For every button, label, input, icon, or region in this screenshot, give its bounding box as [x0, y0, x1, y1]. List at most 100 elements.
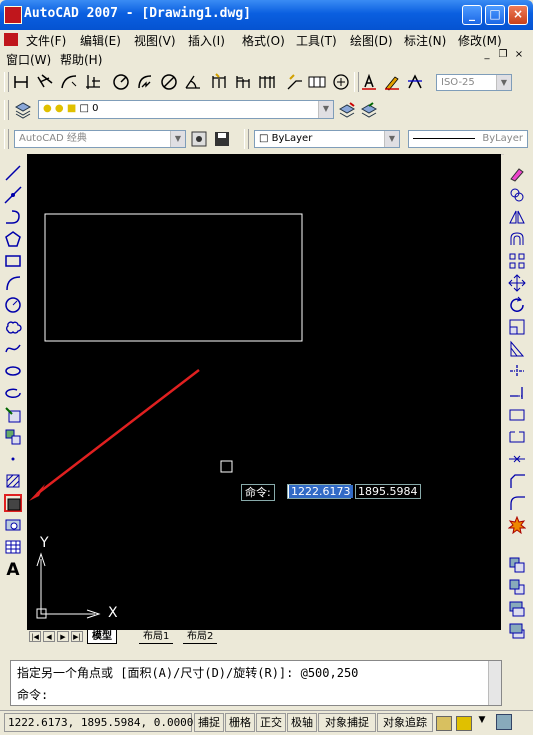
menu-help[interactable]: 帮助(H): [60, 51, 102, 68]
menu-dimension[interactable]: 标注(N): [404, 32, 446, 49]
point-icon[interactable]: [4, 450, 22, 468]
arc-icon[interactable]: [4, 274, 22, 292]
quick-dim-icon[interactable]: [210, 73, 228, 91]
doc-minimize-button[interactable]: _: [480, 49, 494, 62]
tab-last-button[interactable]: ▶|: [71, 631, 83, 642]
menu-insert[interactable]: 插入(I): [188, 32, 225, 49]
command-window[interactable]: 指定另一个角点或 [面积(A)/尺寸(D)/旋转(R)]: @500,250 命…: [10, 660, 502, 706]
menu-window[interactable]: 窗口(W): [6, 51, 51, 68]
diameter-dim-icon[interactable]: [160, 73, 178, 91]
ordinate-dim-icon[interactable]: [84, 73, 102, 91]
draworder-under-icon[interactable]: [508, 622, 526, 640]
rectangle-icon[interactable]: [4, 252, 22, 270]
polar-toggle[interactable]: 极轴: [287, 713, 317, 732]
continue-dim-icon[interactable]: [258, 73, 276, 91]
tolerance-icon[interactable]: [308, 73, 326, 91]
clean-screen-icon[interactable]: [496, 714, 512, 730]
copy-icon[interactable]: [508, 186, 526, 204]
rotate-icon[interactable]: [508, 296, 526, 314]
command-prompt[interactable]: 命令:: [17, 686, 48, 703]
layer-manager-icon[interactable]: [14, 101, 32, 119]
break-at-point-icon[interactable]: [508, 406, 526, 424]
draworder-above-icon[interactable]: [508, 600, 526, 618]
explode-icon[interactable]: [507, 515, 527, 535]
multiline-text-icon[interactable]: A: [4, 560, 22, 580]
join-icon[interactable]: [508, 450, 526, 468]
region-icon[interactable]: [4, 516, 22, 534]
chamfer-icon[interactable]: [508, 472, 526, 490]
spline-icon[interactable]: [4, 340, 22, 358]
array-icon[interactable]: [508, 252, 526, 270]
doc-restore-button[interactable]: ❐: [496, 49, 510, 62]
hatch-icon[interactable]: [4, 472, 22, 490]
angular-dim-icon[interactable]: [184, 73, 202, 91]
fillet-icon[interactable]: [508, 494, 526, 512]
linear-dim-icon[interactable]: [12, 73, 30, 91]
menu-edit[interactable]: 编辑(E): [80, 32, 121, 49]
make-block-icon[interactable]: [4, 428, 22, 446]
color-combo[interactable]: □ ByLayer ▼: [254, 130, 400, 148]
workspace-combo[interactable]: AutoCAD 经典 ▼: [14, 130, 186, 148]
drawing-canvas[interactable]: Y X 命令: 1222.6173 1895.5984: [27, 154, 501, 630]
layer-combo[interactable]: ● ● ■ □ 0 ▼: [38, 100, 334, 119]
menu-file[interactable]: 文件(F): [26, 32, 66, 49]
menu-view[interactable]: 视图(V): [134, 32, 176, 49]
draworder-front-icon[interactable]: [508, 556, 526, 574]
radius-dim-icon[interactable]: [112, 73, 130, 91]
table-icon[interactable]: [4, 538, 22, 556]
minimize-button[interactable]: _: [462, 5, 482, 25]
dimtedit-icon[interactable]: [383, 73, 401, 91]
tab-prev-button[interactable]: ◀: [43, 631, 55, 642]
snap-toggle[interactable]: 捕捉: [194, 713, 224, 732]
menu-format[interactable]: 格式(O): [242, 32, 285, 49]
line-icon[interactable]: [4, 164, 22, 182]
mirror-icon[interactable]: [508, 208, 526, 226]
lock-icon[interactable]: [436, 716, 452, 731]
erase-icon[interactable]: [508, 164, 526, 182]
offset-icon[interactable]: [508, 230, 526, 248]
scale-icon[interactable]: [508, 318, 526, 336]
jogged-dim-icon[interactable]: [136, 73, 154, 91]
grid-toggle[interactable]: 栅格: [225, 713, 255, 732]
leader-icon[interactable]: [286, 73, 304, 91]
draworder-back-icon[interactable]: [508, 578, 526, 596]
revision-cloud-icon[interactable]: [4, 318, 22, 336]
trim-icon[interactable]: [508, 362, 526, 380]
stretch-icon[interactable]: [508, 340, 526, 358]
otrack-toggle[interactable]: 对象追踪: [377, 713, 433, 732]
doc-close-button[interactable]: ×: [512, 49, 526, 62]
linetype-combo[interactable]: ByLayer: [408, 130, 528, 148]
menu-draw[interactable]: 绘图(D): [350, 32, 393, 49]
close-button[interactable]: ×: [508, 5, 528, 25]
tab-next-button[interactable]: ▶: [57, 631, 69, 642]
arc-length-icon[interactable]: [60, 73, 78, 91]
construction-line-icon[interactable]: [4, 186, 22, 204]
aligned-dim-icon[interactable]: [36, 73, 54, 91]
polyline-icon[interactable]: [4, 208, 22, 226]
tab-first-button[interactable]: |◀: [29, 631, 41, 642]
dimedit-icon[interactable]: [360, 73, 378, 91]
comm-center-icon[interactable]: [456, 716, 472, 731]
dynamic-input-y[interactable]: 1895.5984: [355, 484, 421, 499]
dimstyle-icon[interactable]: [406, 73, 424, 91]
tab-model[interactable]: 模型: [87, 630, 117, 644]
dynamic-input-x[interactable]: 1222.6173: [287, 484, 353, 499]
make-layer-current-icon[interactable]: [338, 101, 356, 119]
circle-icon[interactable]: [4, 296, 22, 314]
workspace-save-icon[interactable]: [213, 130, 231, 148]
gradient-icon[interactable]: [4, 494, 22, 512]
ellipse-icon[interactable]: [4, 362, 22, 380]
dimstyle-combo[interactable]: ISO-25 ▼: [436, 74, 512, 91]
status-menu-arrow-icon[interactable]: ▼: [476, 715, 488, 729]
tab-layout1[interactable]: 布局1: [139, 630, 174, 644]
workspace-settings-icon[interactable]: [190, 130, 208, 148]
menu-modify[interactable]: 修改(M): [458, 32, 502, 49]
insert-block-icon[interactable]: [4, 406, 22, 424]
command-scrollbar[interactable]: [488, 661, 501, 705]
extend-icon[interactable]: [508, 384, 526, 402]
layer-previous-icon[interactable]: [360, 101, 378, 119]
center-mark-icon[interactable]: [332, 73, 350, 91]
ortho-toggle[interactable]: 正交: [256, 713, 286, 732]
maximize-button[interactable]: □: [485, 5, 505, 25]
menu-tools[interactable]: 工具(T): [296, 32, 337, 49]
